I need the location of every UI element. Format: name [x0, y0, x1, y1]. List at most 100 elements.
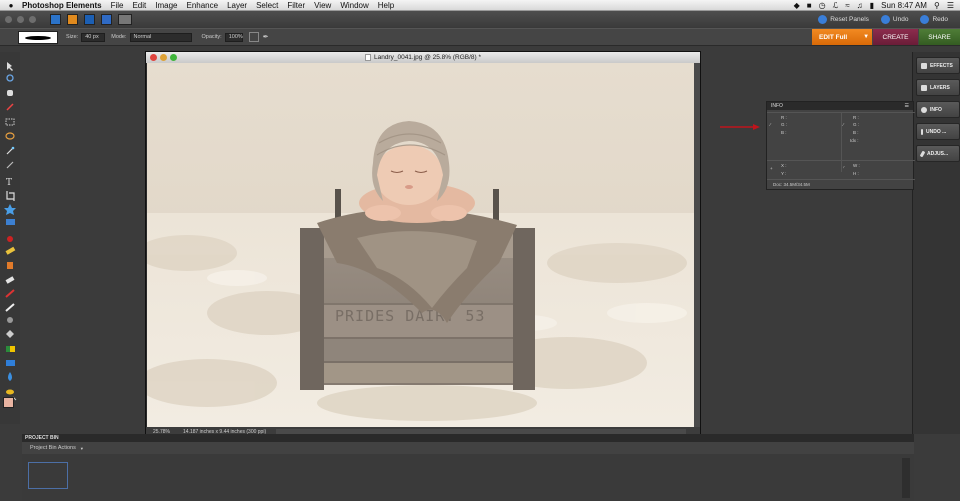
eraser-tool-icon[interactable]: [5, 276, 15, 284]
app-name-menu[interactable]: Photoshop Elements: [22, 1, 102, 10]
mode-select[interactable]: Normal: [129, 32, 192, 42]
magic-wand-tool-icon[interactable]: [6, 146, 15, 155]
type-tool-icon[interactable]: T: [6, 178, 12, 188]
quick-selection-tool-icon[interactable]: [6, 161, 14, 169]
info-b-label: B :: [781, 130, 787, 135]
share-tab[interactable]: SHARE: [919, 29, 960, 45]
redo-button[interactable]: Redo: [920, 15, 948, 24]
crosshair-icon: +: [770, 166, 773, 171]
menu-window[interactable]: Window: [340, 1, 368, 10]
crop-tool-icon[interactable]: [6, 191, 15, 201]
clock[interactable]: Sun 8:47 AM: [881, 1, 927, 10]
save-icon[interactable]: [84, 14, 95, 25]
move-tool-icon[interactable]: [7, 62, 13, 71]
zoom-tool-icon[interactable]: [6, 74, 14, 82]
help-icon[interactable]: [101, 14, 112, 25]
document-file-icon: [364, 54, 371, 61]
brush-preset-picker[interactable]: [18, 30, 58, 44]
red-eye-tool-icon[interactable]: [7, 236, 13, 242]
undo-history-panel-button[interactable]: UNDO ...: [916, 123, 960, 140]
info-r2-label: R :: [853, 115, 859, 120]
straighten-tool-icon[interactable]: [6, 219, 15, 225]
clone-stamp-tool-icon[interactable]: [7, 262, 13, 269]
adobe-icon[interactable]: ◆: [794, 1, 800, 10]
edit-full-button[interactable]: EDIT Full ▼: [812, 29, 872, 45]
menu-file[interactable]: File: [111, 1, 124, 10]
window-zoom-dot[interactable]: [29, 16, 36, 23]
gradient-tool-icon[interactable]: [6, 346, 15, 352]
open-icon[interactable]: [67, 14, 78, 25]
size-corner-icon: ⌜: [843, 166, 846, 171]
spot-healing-tool-icon[interactable]: [5, 246, 16, 255]
project-bin-scrollbar[interactable]: [902, 458, 910, 498]
custom-shape-tool-icon[interactable]: [6, 360, 15, 366]
layers-panel-button[interactable]: LAYERS: [916, 79, 960, 96]
apple-icon[interactable]: ●: [0, 1, 22, 10]
doc-minimize-button[interactable]: [160, 54, 167, 61]
document-titlebar[interactable]: Landry_0041.jpg @ 25.8% (RGB/8) *: [146, 52, 700, 63]
opacity-field[interactable]: 100%: [224, 32, 243, 42]
smart-brush-tool-icon[interactable]: [7, 317, 13, 323]
paint-bucket-tool-icon[interactable]: [6, 330, 14, 338]
brush-settings-icon[interactable]: ✒: [263, 33, 269, 41]
menu-select[interactable]: Select: [256, 1, 278, 10]
list-icon[interactable]: ☰: [947, 1, 954, 10]
menu-view[interactable]: View: [314, 1, 331, 10]
menu-edit[interactable]: Edit: [132, 1, 146, 10]
arrange-icon[interactable]: [118, 14, 132, 25]
effects-panel-button[interactable]: EFFECTS: [916, 57, 960, 74]
volume-icon[interactable]: ♫: [857, 1, 863, 10]
redo-label: Redo: [932, 16, 948, 23]
menu-filter[interactable]: Filter: [287, 1, 305, 10]
rgb-eyedropper-icon: ⁄: [770, 122, 771, 127]
organizer-icon[interactable]: [50, 14, 61, 25]
menu-enhance[interactable]: Enhance: [186, 1, 218, 10]
airbrush-toggle-icon[interactable]: [248, 32, 259, 42]
info-g-label: G :: [781, 122, 788, 127]
menu-help[interactable]: Help: [378, 1, 394, 10]
chevron-down-icon: ▼: [863, 34, 870, 40]
pencil-tool-icon[interactable]: [5, 289, 15, 298]
hand-tool-icon[interactable]: [7, 90, 13, 96]
app-topbar: Reset Panels Undo Redo: [0, 11, 960, 28]
svg-text:T: T: [6, 178, 12, 188]
info-panel-header[interactable]: INFO ☰: [767, 102, 913, 110]
spotlight-icon[interactable]: ⚲: [934, 1, 940, 10]
battery-icon[interactable]: ▮: [870, 1, 874, 10]
toolbox: T: [0, 52, 20, 424]
lasso-tool-icon[interactable]: [5, 132, 15, 140]
info-panel-button[interactable]: INFO: [916, 101, 960, 118]
wifi-icon[interactable]: ≈: [845, 1, 849, 10]
reset-panels-label: Reset Panels: [830, 16, 869, 23]
panel-menu-icon[interactable]: ☰: [905, 103, 909, 109]
brush-tool-icon[interactable]: [5, 303, 15, 312]
time-machine-icon[interactable]: ◷: [819, 1, 826, 10]
project-bin-header[interactable]: PROJECT BIN: [22, 434, 914, 442]
photo-canvas[interactable]: PRIDES DAIRY 53: [147, 63, 695, 427]
blur-tool-icon[interactable]: [8, 372, 12, 381]
canvas-vertical-scrollbar[interactable]: [694, 63, 700, 427]
marquee-tool-icon[interactable]: [5, 118, 15, 126]
undo-button[interactable]: Undo: [880, 15, 908, 24]
create-tab[interactable]: CREATE: [873, 29, 918, 45]
size-field[interactable]: 40 px: [81, 32, 106, 42]
reset-panels-button[interactable]: Reset Panels: [818, 15, 869, 24]
dropbox-icon[interactable]: ■: [807, 1, 812, 10]
window-close-dot[interactable]: [5, 16, 12, 23]
eyedropper-tool-icon[interactable]: [6, 103, 14, 111]
window-minimize-dot[interactable]: [17, 16, 24, 23]
doc-close-button[interactable]: [150, 54, 157, 61]
project-bin-actions-menu[interactable]: Project Bin Actions ▼: [22, 442, 914, 454]
sponge-tool-icon[interactable]: [6, 389, 14, 395]
info-h-label: H :: [853, 171, 859, 176]
menu-layer[interactable]: Layer: [227, 1, 247, 10]
adjustments-panel-button[interactable]: ADJUS...: [916, 145, 960, 162]
doc-zoom-button[interactable]: [170, 54, 177, 61]
reset-panels-icon: [818, 15, 828, 24]
document-thumbnail[interactable]: [28, 462, 68, 489]
bluetooth-icon[interactable]: ℒ: [833, 1, 839, 10]
effects-label: EFFECTS: [930, 62, 953, 69]
menu-image[interactable]: Image: [155, 1, 177, 10]
cookie-cutter-tool-icon[interactable]: [4, 204, 16, 215]
foreground-color-swatch[interactable]: [3, 397, 14, 408]
